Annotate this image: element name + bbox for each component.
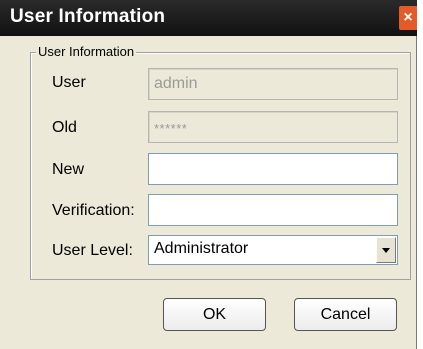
user-level-label: User Level: [52, 242, 133, 259]
ok-button[interactable]: OK [163, 298, 266, 331]
close-button[interactable]: × [399, 6, 417, 30]
verification-field[interactable] [148, 194, 398, 226]
cancel-button[interactable]: Cancel [294, 298, 397, 331]
new-password-label: New [52, 161, 85, 178]
close-icon: × [403, 9, 413, 26]
title-bar: User Information × [0, 0, 417, 36]
dialog-title: User Information [10, 6, 166, 27]
user-level-select[interactable]: Administrator [148, 235, 398, 265]
user-information-dialog: User Information × User Information User… [0, 0, 417, 349]
old-password-label: Old [52, 119, 77, 136]
user-level-value: Administrator [154, 240, 249, 257]
old-password-field [148, 111, 398, 143]
group-label: User Information [36, 44, 137, 59]
user-label: User [52, 74, 86, 91]
user-field [148, 68, 398, 100]
new-password-field[interactable] [148, 153, 398, 185]
chevron-down-icon[interactable] [376, 237, 396, 263]
verification-label: Verification: [52, 202, 135, 219]
